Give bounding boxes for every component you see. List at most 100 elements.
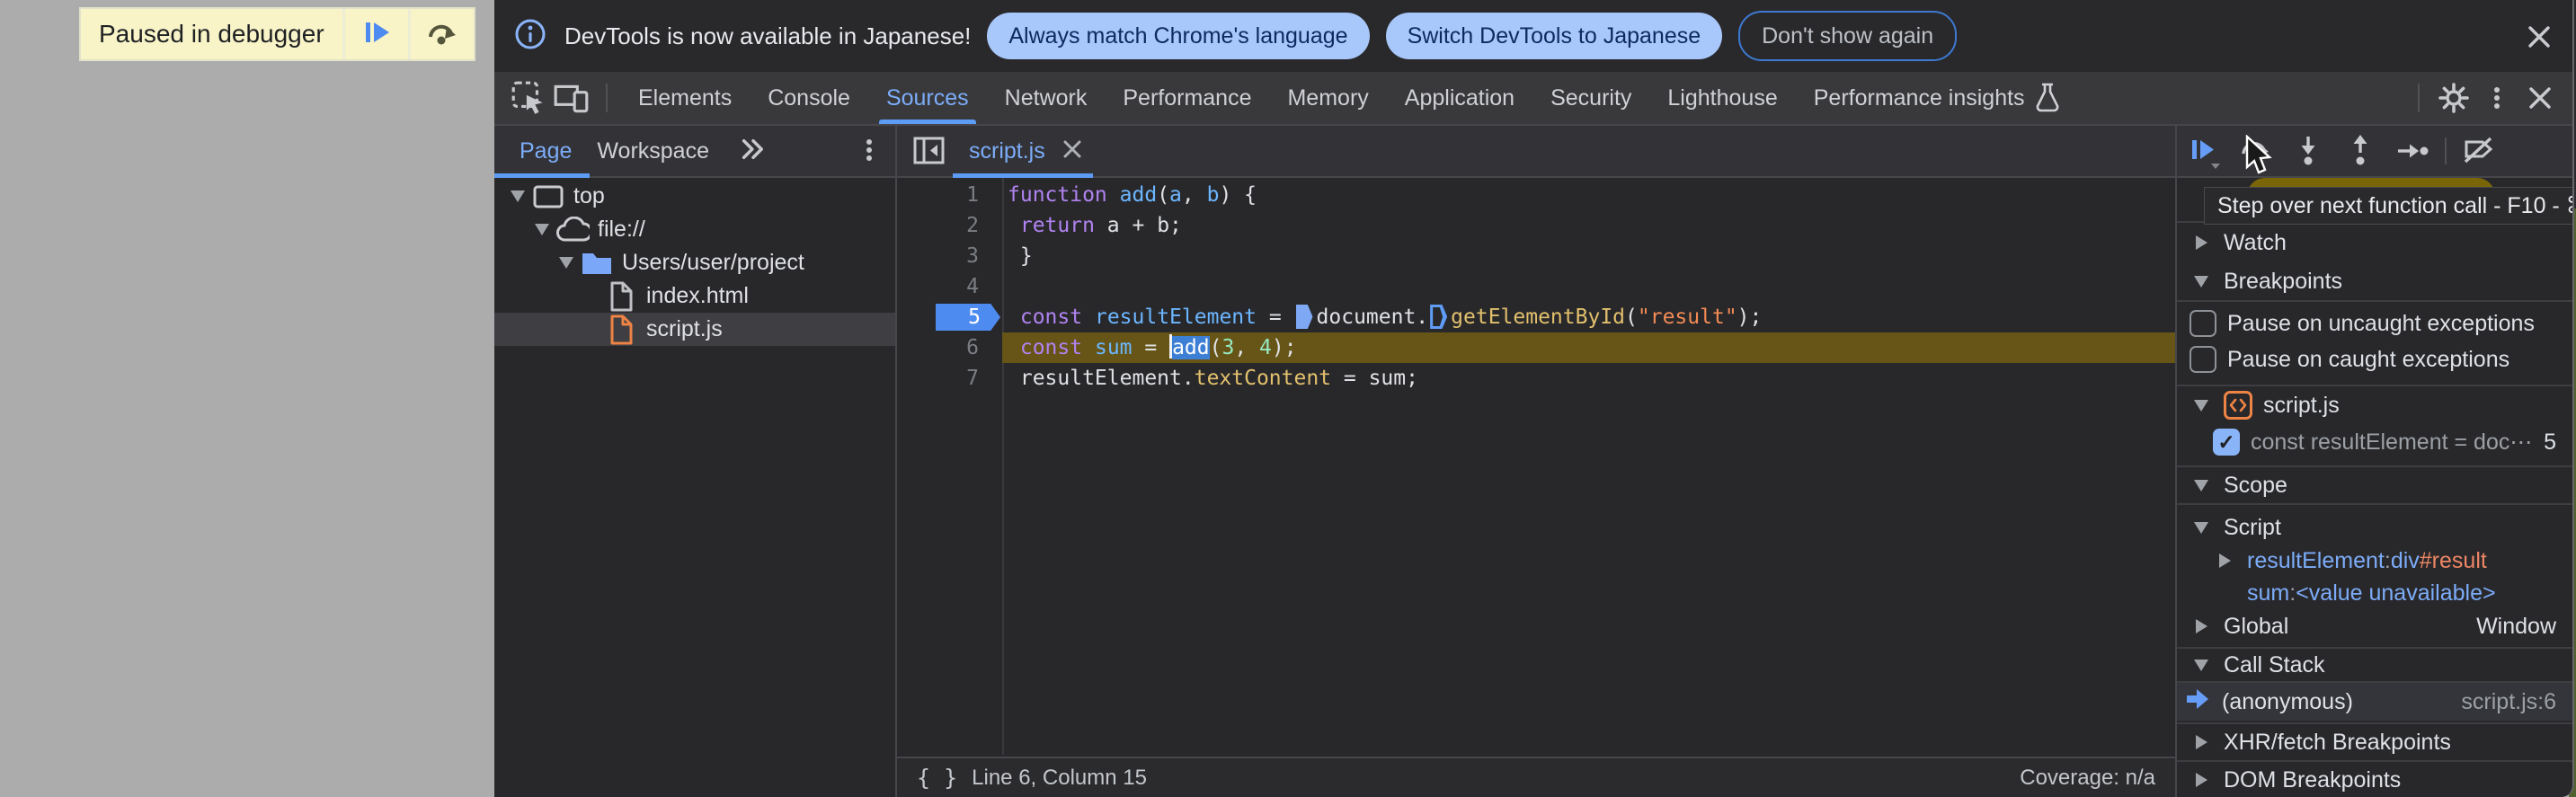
line-number[interactable]: 1 bbox=[897, 180, 1002, 210]
toolbar-separator bbox=[606, 84, 608, 112]
pause-uncaught-checkbox[interactable] bbox=[2190, 310, 2216, 337]
tree-item-label: index.html bbox=[646, 283, 749, 308]
line-number[interactable]: 4 bbox=[897, 271, 1002, 302]
chevron-down-icon[interactable] bbox=[529, 224, 555, 235]
scope-var-resultelement[interactable]: resultElement: div #result bbox=[2177, 545, 2572, 577]
device-toolbar-button[interactable] bbox=[550, 78, 593, 118]
inspect-element-button[interactable] bbox=[507, 78, 550, 118]
pause-uncaught-row[interactable]: Pause on uncaught exceptions bbox=[2177, 306, 2572, 341]
code-editor[interactable]: 1 function add(a, b) {2 return a + b; 3 } 4… bbox=[897, 178, 2175, 755]
tab-security[interactable]: Security bbox=[1532, 72, 1649, 124]
chevron-down-icon bbox=[2194, 659, 2208, 671]
tab-label: Elements bbox=[638, 84, 733, 111]
step-over-button-page[interactable] bbox=[410, 9, 474, 59]
pause-caught-row[interactable]: Pause on caught exceptions bbox=[2177, 341, 2572, 377]
pause-uncaught-label: Pause on uncaught exceptions bbox=[2227, 310, 2535, 336]
infobar-close-button[interactable] bbox=[2524, 22, 2554, 52]
breakpoints-section-header[interactable]: Breakpoints bbox=[2177, 262, 2572, 300]
line-number[interactable]: 6 bbox=[897, 332, 1002, 363]
scope-section-header[interactable]: Scope bbox=[2177, 467, 2572, 503]
close-tab-icon[interactable] bbox=[1060, 137, 1085, 166]
chevron-right-icon bbox=[2195, 619, 2207, 633]
code-line-5: 5 const resultElement = document. getElem… bbox=[897, 302, 2175, 332]
navigator-toggle-icon[interactable] bbox=[910, 131, 949, 171]
tab-performance-insights[interactable]: Performance insights bbox=[1796, 72, 2079, 124]
line-number[interactable]: 2 bbox=[897, 210, 1002, 241]
switch-to-japanese-button[interactable]: Switch DevTools to Japanese bbox=[1385, 13, 1723, 59]
line-number[interactable]: 7 bbox=[897, 363, 1002, 394]
kebab-menu-button[interactable] bbox=[2475, 78, 2518, 118]
deactivate-breakpoints-icon[interactable] bbox=[2459, 131, 2499, 171]
settings-gear-button[interactable] bbox=[2432, 78, 2475, 118]
watch-section-header[interactable]: Watch bbox=[2177, 221, 2572, 262]
step-into-icon[interactable] bbox=[2288, 131, 2328, 171]
tab-label: Application bbox=[1404, 84, 1515, 111]
breakpoint-badge[interactable]: 5 bbox=[936, 304, 1000, 331]
dont-show-again-button[interactable]: Don't show again bbox=[1738, 11, 1958, 61]
callstack-frame-row[interactable]: (anonymous) script.js:6 bbox=[2177, 683, 2572, 721]
close-devtools-button[interactable] bbox=[2518, 78, 2562, 118]
scope-global-row[interactable]: Global Window bbox=[2177, 609, 2572, 643]
mouse-cursor-icon bbox=[2242, 134, 2278, 182]
tab-performance[interactable]: Performance bbox=[1105, 72, 1269, 124]
tree-item-users-user-project[interactable]: Users/user/project bbox=[494, 246, 895, 279]
tab-label: Lighthouse bbox=[1667, 84, 1778, 111]
pretty-print-icon[interactable]: { } bbox=[917, 765, 957, 791]
tab-workspace[interactable]: Workspace bbox=[572, 138, 709, 164]
breakpoint-entry-label: const resultElement = doc⋯ bbox=[2251, 429, 2533, 455]
code-line-content: } bbox=[1008, 244, 1033, 268]
navigator-kebab-menu[interactable] bbox=[854, 135, 884, 170]
editor-tab-scriptjs[interactable]: script.js bbox=[953, 126, 1101, 176]
callstack-label: Call Stack bbox=[2224, 651, 2325, 677]
tab-sources[interactable]: Sources bbox=[868, 72, 987, 124]
line-number[interactable]: 3 bbox=[897, 241, 1002, 271]
editor-tab-label: script.js bbox=[969, 137, 1045, 164]
breakpoint-group-header[interactable]: script.js bbox=[2177, 386, 2572, 424]
code-line-7: 7 resultElement.textContent = sum; bbox=[897, 363, 2175, 394]
resume-script-icon[interactable] bbox=[2184, 131, 2224, 171]
line-number[interactable]: 5 bbox=[897, 302, 1002, 332]
scope-var-sum[interactable]: sum: <value unavailable> bbox=[2177, 577, 2572, 609]
dom-breakpoints-header[interactable]: DOM Breakpoints bbox=[2177, 760, 2572, 797]
flask-icon bbox=[2034, 83, 2061, 113]
tab-page[interactable]: Page bbox=[494, 138, 572, 164]
editor-tab-bar: script.js bbox=[897, 126, 2175, 178]
code-line-1: 1 function add(a, b) { bbox=[897, 180, 2175, 210]
tree-item-top[interactable]: top bbox=[494, 180, 895, 213]
step-out-icon[interactable] bbox=[2341, 131, 2380, 171]
breakpoint-checkbox[interactable] bbox=[2213, 429, 2240, 456]
tab-label: Memory bbox=[1287, 84, 1369, 111]
watch-label: Watch bbox=[2224, 229, 2287, 255]
more-tabs-icon[interactable] bbox=[740, 136, 767, 167]
tree-item-script-js[interactable]: script.js bbox=[494, 313, 895, 346]
resume-script-button[interactable] bbox=[344, 9, 408, 59]
global-value: Window bbox=[2476, 613, 2556, 639]
tree-item-index-html[interactable]: index.html bbox=[494, 279, 895, 313]
paused-in-debugger-label: Paused in debugger bbox=[81, 9, 342, 59]
step-icon[interactable] bbox=[2393, 131, 2432, 171]
toolbar-right bbox=[2405, 78, 2572, 118]
step-over-icon bbox=[425, 15, 459, 54]
scope-script-row[interactable]: Script bbox=[2177, 510, 2572, 545]
tab-application[interactable]: Application bbox=[1387, 72, 1532, 124]
tab-memory[interactable]: Memory bbox=[1269, 72, 1386, 124]
always-match-language-button[interactable]: Always match Chrome's language bbox=[987, 13, 1370, 59]
xhr-breakpoints-header[interactable]: XHR/fetch Breakpoints bbox=[2177, 722, 2572, 760]
chevron-down-icon[interactable] bbox=[505, 190, 530, 202]
tab-console[interactable]: Console bbox=[750, 72, 868, 124]
inline-breakpoint-marker[interactable] bbox=[1295, 305, 1313, 329]
panel-tabs: Elements Console Sources Network Performance… bbox=[620, 72, 2079, 124]
tab-lighthouse[interactable]: Lighthouse bbox=[1649, 72, 1795, 124]
tab-elements[interactable]: Elements bbox=[620, 72, 750, 124]
code-line-content bbox=[1002, 271, 2175, 302]
tree-item-label: top bbox=[573, 183, 605, 208]
callstack-section-header[interactable]: Call Stack bbox=[2177, 649, 2572, 681]
pause-caught-checkbox[interactable] bbox=[2190, 346, 2216, 373]
breakpoints-label: Breakpoints bbox=[2224, 268, 2343, 294]
breakpoint-entry-row[interactable]: const resultElement = doc⋯ 5 bbox=[2177, 424, 2572, 460]
tree-item-file-[interactable]: file:// bbox=[494, 213, 895, 246]
inline-breakpoint-marker[interactable] bbox=[1430, 305, 1448, 329]
tab-network[interactable]: Network bbox=[987, 72, 1106, 124]
infobar: DevTools is now available in Japanese! A… bbox=[494, 0, 2572, 72]
chevron-down-icon[interactable] bbox=[554, 257, 579, 269]
